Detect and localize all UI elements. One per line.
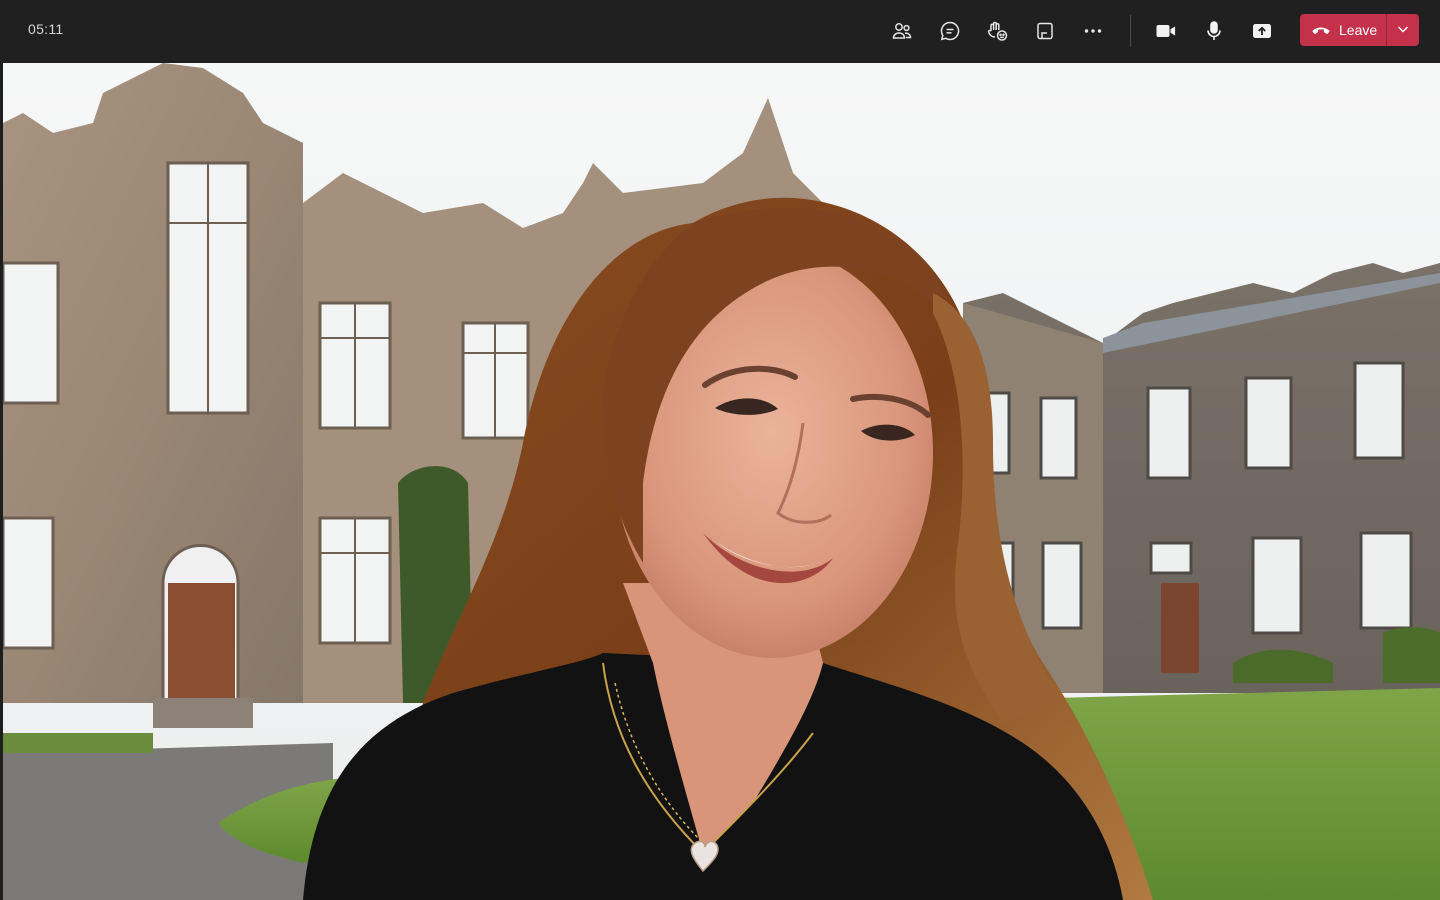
- microphone-button[interactable]: [1196, 13, 1232, 49]
- hang-up-icon: [1311, 19, 1331, 42]
- leave-options-button[interactable]: [1387, 14, 1419, 46]
- chat-button[interactable]: [932, 13, 968, 49]
- leave-button-group: Leave: [1300, 14, 1419, 46]
- call-timer: 05:11: [28, 21, 64, 37]
- people-icon: [890, 19, 914, 43]
- view-icon: [1033, 19, 1057, 43]
- more-options-icon: [1081, 19, 1105, 43]
- more-options-button[interactable]: [1075, 13, 1111, 49]
- reactions-icon: [985, 19, 1009, 43]
- chat-icon: [938, 19, 962, 43]
- toolbar-divider: [1130, 15, 1131, 47]
- people-button[interactable]: [884, 13, 920, 49]
- leave-label: Leave: [1339, 22, 1378, 38]
- share-screen-button[interactable]: [1244, 13, 1280, 49]
- view-button[interactable]: [1027, 13, 1063, 49]
- share-screen-icon: [1250, 19, 1274, 43]
- leave-button[interactable]: Leave: [1300, 14, 1386, 46]
- reactions-button[interactable]: [979, 13, 1015, 49]
- video-frame: [3, 63, 1440, 900]
- meeting-toolbar: 05:11 Leave: [0, 0, 1440, 62]
- camera-button[interactable]: [1148, 13, 1184, 49]
- chevron-down-icon: [1396, 22, 1410, 39]
- microphone-icon: [1202, 19, 1226, 43]
- participant-video: [3, 63, 1440, 900]
- camera-icon: [1154, 19, 1178, 43]
